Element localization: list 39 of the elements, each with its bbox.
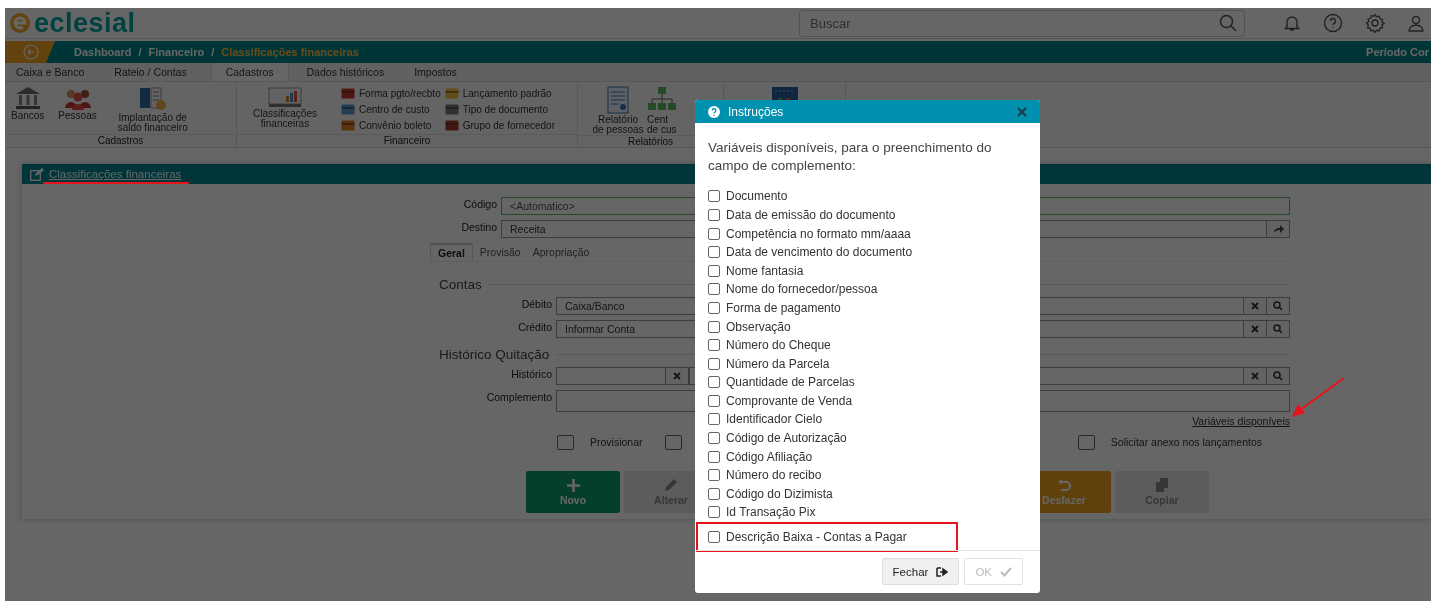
dialog-title: Instruções bbox=[728, 104, 785, 119]
variable-label: Código Afiliação bbox=[726, 449, 813, 464]
variable-label: Código do Dizimista bbox=[726, 486, 833, 501]
variable-label: Observação bbox=[726, 319, 791, 334]
variable-label: Quantidade de Parcelas bbox=[726, 375, 855, 390]
variable-label: Data de vencimento do documento bbox=[726, 245, 913, 260]
variable-label: Id Transação Pix bbox=[726, 505, 816, 520]
breadcrumb-separator: / bbox=[138, 46, 142, 58]
ribbon-group-title: Cadastros bbox=[97, 135, 144, 146]
variable-label: Competência no formato mm/aaaa bbox=[726, 226, 911, 241]
variable-label: Nome do fornecedor/pessoa bbox=[726, 282, 878, 297]
field-label: Débito bbox=[520, 297, 553, 312]
section-title: Histórico Quitação bbox=[439, 346, 550, 362]
brand-name: eclesial bbox=[34, 8, 136, 38]
field-label: Código bbox=[462, 197, 498, 212]
variable-label: Descrição Baixa - Contas a Pagar bbox=[726, 529, 907, 544]
field-label: Histórico bbox=[510, 367, 553, 382]
variable-label: Documento bbox=[726, 189, 788, 204]
variable-label: Data de emissão do documento bbox=[726, 207, 896, 222]
variable-label: Identificador Cielo bbox=[726, 412, 823, 427]
period-label: Período Cor bbox=[1366, 46, 1430, 58]
ribbon-group-title: Relatórios bbox=[628, 136, 673, 147]
variable-label: Forma de pagamento bbox=[726, 300, 841, 315]
variable-label: Número da Parcela bbox=[726, 356, 830, 371]
panel-title: Classificações financeiras bbox=[49, 168, 182, 180]
checkbox-label: Provisionar bbox=[590, 436, 643, 448]
variable-label: Comprovante de Venda bbox=[726, 393, 853, 408]
field-label: Crédito bbox=[517, 320, 553, 335]
variable-label: Número do Cheque bbox=[726, 338, 831, 353]
variable-label: Nome fantasia bbox=[726, 263, 804, 278]
section-title: Contas bbox=[439, 276, 482, 292]
dialog-intro: Variáveis disponíveis, para o preenchimento do campo de complemento: bbox=[708, 139, 993, 176]
field-label: Complemento bbox=[485, 390, 553, 405]
field-label: Destino bbox=[460, 220, 498, 235]
variable-label: Número do recibo bbox=[726, 468, 822, 483]
ribbon-group-title: Financeiro bbox=[383, 135, 431, 146]
breadcrumb-separator: / bbox=[211, 46, 215, 58]
variable-label: Código de Autorização bbox=[726, 431, 847, 446]
checkbox-label: Solicitar anexo nos lançamentos bbox=[1110, 436, 1262, 448]
